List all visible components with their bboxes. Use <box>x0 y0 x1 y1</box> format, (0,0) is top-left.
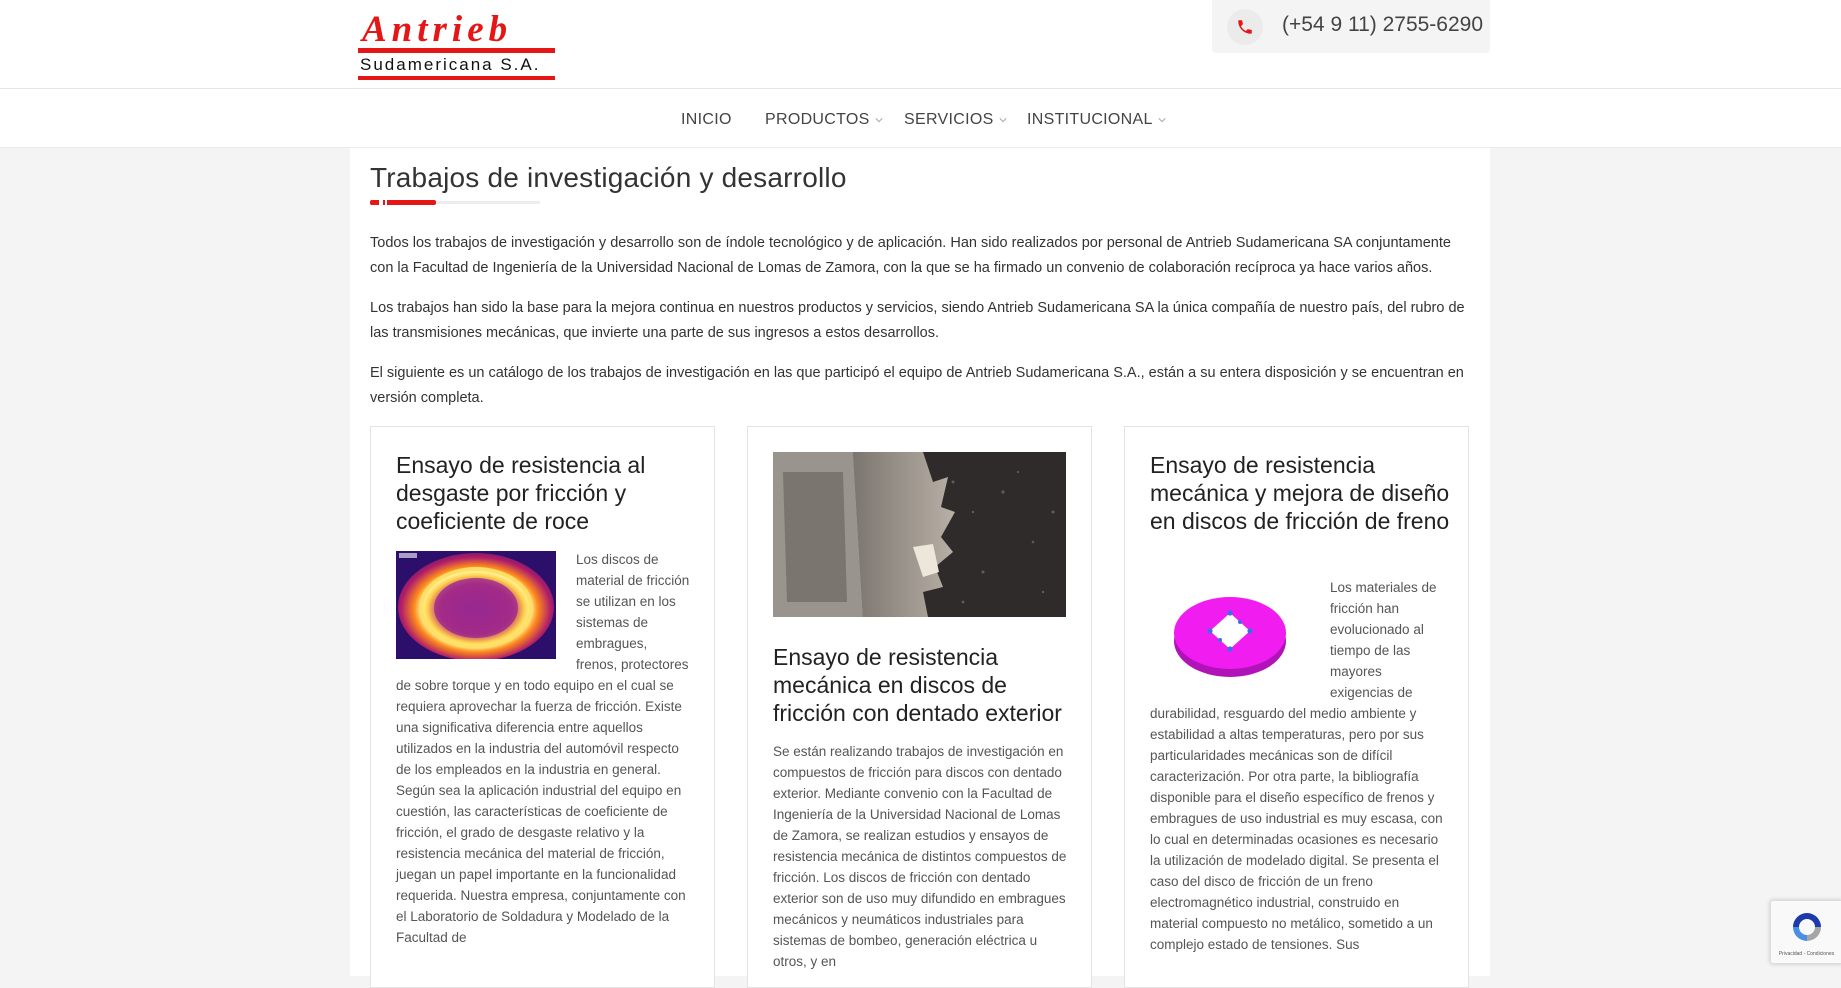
header: Antrieb Sudamericana S.A. (+54 9 11) 275… <box>0 0 1841 89</box>
disc-stress-model-image[interactable] <box>1150 579 1310 687</box>
main-navigation: INICIO PRODUCTOS SERVICIOS INSTITUCIONAL <box>0 89 1841 148</box>
card-body: Los discos de material de fricción se ut… <box>396 549 691 948</box>
main-content: Trabajos de investigación y desarrollo T… <box>350 148 1490 988</box>
recaptcha-badge[interactable]: Privacidad - Condiciones <box>1770 900 1841 964</box>
phone-icon <box>1227 9 1263 45</box>
nav-item-productos[interactable]: PRODUCTOS <box>765 111 883 129</box>
chevron-down-icon <box>875 118 883 123</box>
logo-stripe <box>358 76 555 80</box>
logo-brand-text: Antrieb <box>362 9 513 50</box>
intro-paragraph: Todos los trabajos de investigación y de… <box>370 235 1451 276</box>
nav-item-label: SERVICIOS <box>904 111 994 128</box>
card-title[interactable]: Ensayo de resistencia mecánica en discos… <box>773 643 1073 727</box>
recaptcha-icon <box>1793 913 1821 941</box>
chevron-down-icon <box>998 118 1007 123</box>
phone-number[interactable]: (+54 9 11) 2755-6290 <box>1282 13 1483 37</box>
chevron-down-icon <box>1158 118 1166 123</box>
company-logo[interactable]: Antrieb Sudamericana S.A. <box>358 9 555 80</box>
nav-item-label: INSTITUCIONAL <box>1027 111 1153 128</box>
research-card[interactable]: Ensayo de resistencia mecánica y mejora … <box>1124 426 1469 988</box>
card-title[interactable]: Ensayo de resistencia al desgaste por fr… <box>396 451 696 535</box>
phone-contact[interactable]: (+54 9 11) 2755-6290 <box>1212 0 1490 53</box>
title-underline-gap <box>385 199 387 206</box>
page-title: Trabajos de investigación y desarrollo <box>370 162 847 193</box>
card-body: Se están realizando trabajos de investig… <box>773 741 1068 972</box>
research-card[interactable]: Ensayo de resistencia mecánica en discos… <box>747 426 1092 988</box>
title-underline-gap <box>379 199 383 206</box>
logo-stripe <box>358 48 555 53</box>
recaptcha-caption: Privacidad - Condiciones <box>1778 951 1835 957</box>
nav-item-label: PRODUCTOS <box>765 111 870 128</box>
card-body: Los materiales de fricción han evolucion… <box>1150 577 1445 955</box>
thermal-disc-image[interactable] <box>396 551 556 661</box>
nav-item-servicios[interactable]: SERVICIOS <box>904 111 1007 129</box>
card-text: Se están realizando trabajos de investig… <box>773 744 1067 969</box>
nav-item-label: INICIO <box>681 111 732 128</box>
card-title[interactable]: Ensayo de resistencia mecánica y mejora … <box>1150 451 1450 535</box>
gear-disc-image[interactable] <box>773 452 1066 617</box>
intro-paragraph: El siguiente es un catálogo de los traba… <box>370 365 1464 406</box>
intro-paragraph: Los trabajos han sido la base para la me… <box>370 300 1465 341</box>
nav-item-institucional[interactable]: INSTITUCIONAL <box>1027 111 1166 129</box>
logo-subtitle: Sudamericana S.A. <box>360 55 541 74</box>
research-card[interactable]: Ensayo de resistencia al desgaste por fr… <box>370 426 715 988</box>
nav-item-inicio[interactable]: INICIO <box>681 111 732 129</box>
